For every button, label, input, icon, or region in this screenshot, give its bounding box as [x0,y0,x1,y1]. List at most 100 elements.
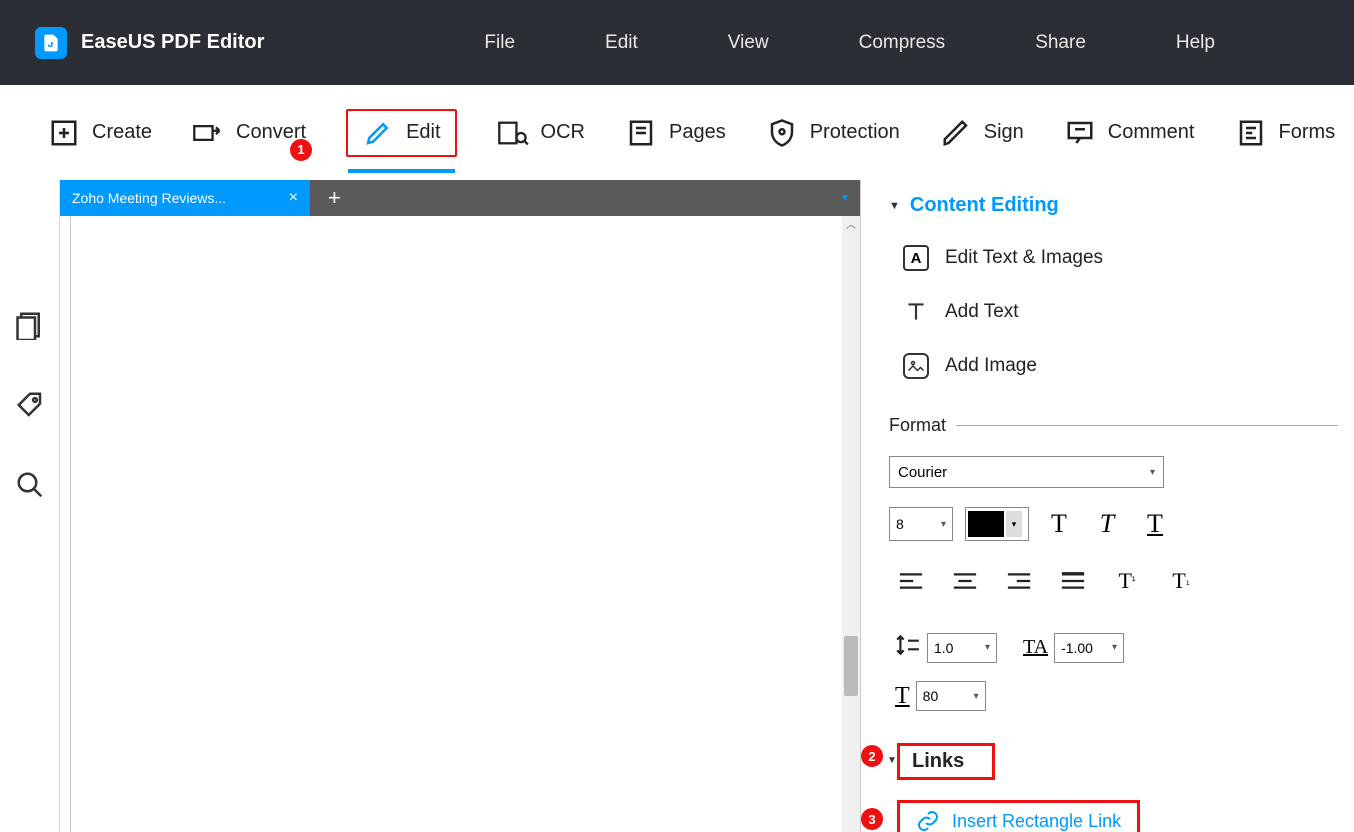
pages-icon [625,117,657,149]
tabs-dropdown-icon[interactable]: ▼ [840,193,860,204]
document-tab[interactable]: Zoho Meeting Reviews... × [60,180,310,216]
subscript-button[interactable]: T₁ [1163,568,1199,594]
forms-icon [1235,117,1267,149]
font-value: Courier [898,464,947,481]
comment-icon [1064,117,1096,149]
chevron-down-icon: ▾ [1150,467,1155,478]
font-family-select[interactable]: Courier ▾ [889,456,1164,488]
tool-comment[interactable]: Comment [1064,117,1195,149]
tool-label: Create [92,121,152,144]
tool-label: OCR [541,121,585,144]
section-title: Links [912,750,964,773]
app-title: EaseUS PDF Editor [81,31,264,54]
tool-label: Comment [1108,121,1195,144]
chevron-down-icon: ▾ [985,642,990,653]
tab-title: Zoho Meeting Reviews... [72,190,226,206]
tool-label: Forms [1279,121,1336,144]
tool-create[interactable]: Create [48,117,152,149]
callout-badge-1: 1 [290,139,312,161]
convert-icon [192,117,224,149]
tool-label: Protection [810,121,900,144]
document-area: Zoho Meeting Reviews... × + ▼ ︿ [60,180,860,832]
format-section: Format [889,415,1338,436]
font-size-select[interactable]: 8 ▾ [889,507,953,541]
tool-edit[interactable]: Edit [346,109,456,157]
tool-sign[interactable]: Sign [940,117,1024,149]
text-t-icon [903,299,929,325]
tool-label: Sign [984,121,1024,144]
italic-button[interactable]: T [1089,506,1125,542]
document-tabs: Zoho Meeting Reviews... × + ▼ [60,180,860,216]
align-right-button[interactable] [1001,568,1037,594]
menu-view[interactable]: View [728,32,769,54]
tool-label: Edit [406,121,440,144]
insert-rectangle-link-button[interactable]: Insert Rectangle Link [897,800,1140,832]
add-image-button[interactable]: Add Image [903,353,1338,379]
section-title: Content Editing [910,194,1059,217]
toolbar: Create Convert 1 Edit OCR Pages Protecti… [0,85,1354,180]
char-spacing-select[interactable]: -1.00 ▾ [1054,633,1124,663]
chevron-down-icon: ▾ [974,691,979,702]
panel-item-label: Insert Rectangle Link [952,811,1121,832]
align-left-button[interactable] [893,568,929,594]
active-tab-underline [348,169,454,173]
right-panel: ▼ Content Editing A Edit Text & Images A… [860,180,1354,832]
tool-label: Pages [669,121,726,144]
scroll-thumb[interactable] [844,636,858,696]
thumbnails-icon[interactable] [15,310,45,340]
callout-badge-2: 2 [861,745,883,767]
link-icon [916,809,940,832]
size-value: 8 [896,516,904,532]
pencil-icon [362,117,394,149]
underline-button[interactable]: T [1137,506,1173,542]
menu-file[interactable]: File [484,32,515,54]
menu-help[interactable]: Help [1176,32,1215,54]
tool-forms[interactable]: Forms [1235,117,1336,149]
bold-button[interactable]: T [1041,506,1077,542]
section-title: Format [889,415,946,436]
menu-edit[interactable]: Edit [605,32,638,54]
char-spacing-icon: TA [1023,636,1048,659]
align-justify-button[interactable] [1055,568,1091,594]
tool-convert[interactable]: Convert 1 [192,117,306,149]
tool-protection[interactable]: Protection [766,117,900,149]
new-tab-button[interactable]: + [310,185,359,211]
pen-icon [940,117,972,149]
document-canvas[interactable] [70,216,842,832]
scroll-up-icon[interactable]: ︿ [842,216,860,234]
left-rail [0,180,60,832]
line-height-icon [895,632,921,663]
callout-badge-3: 3 [861,808,883,830]
caret-down-icon: ▼ [887,755,897,766]
menu-share[interactable]: Share [1035,32,1086,54]
divider [956,425,1338,426]
value: 80 [923,688,939,704]
app-logo [35,27,67,59]
edit-text-images-button[interactable]: A Edit Text & Images [903,245,1338,271]
close-icon[interactable]: × [289,189,298,207]
links-section-header[interactable]: Links [897,743,995,780]
tool-ocr[interactable]: OCR [497,117,585,149]
shield-icon [766,117,798,149]
search-icon[interactable] [15,470,45,500]
content-editing-section[interactable]: ▼ Content Editing [889,194,1338,217]
chevron-down-icon: ▾ [941,519,946,530]
main-menu: File Edit View Compress Share Help [484,32,1215,54]
value: 1.0 [934,640,953,656]
horizontal-scale-select[interactable]: 80 ▾ [916,681,986,711]
superscript-button[interactable]: T¹ [1109,568,1145,594]
align-center-button[interactable] [947,568,983,594]
horizontal-scale-icon: T [895,683,910,710]
caret-down-icon: ▼ [889,200,900,212]
tag-icon[interactable] [15,390,45,420]
chevron-down-icon: ▾ [1006,511,1022,537]
ocr-icon [497,117,529,149]
chevron-down-icon: ▾ [1112,642,1117,653]
add-text-button[interactable]: Add Text [903,299,1338,325]
menu-compress[interactable]: Compress [859,32,946,54]
text-a-icon: A [903,245,929,271]
line-height-select[interactable]: 1.0 ▾ [927,633,997,663]
font-color-picker[interactable]: ▾ [965,507,1029,541]
vertical-scrollbar[interactable]: ︿ [842,216,860,832]
tool-pages[interactable]: Pages [625,117,726,149]
